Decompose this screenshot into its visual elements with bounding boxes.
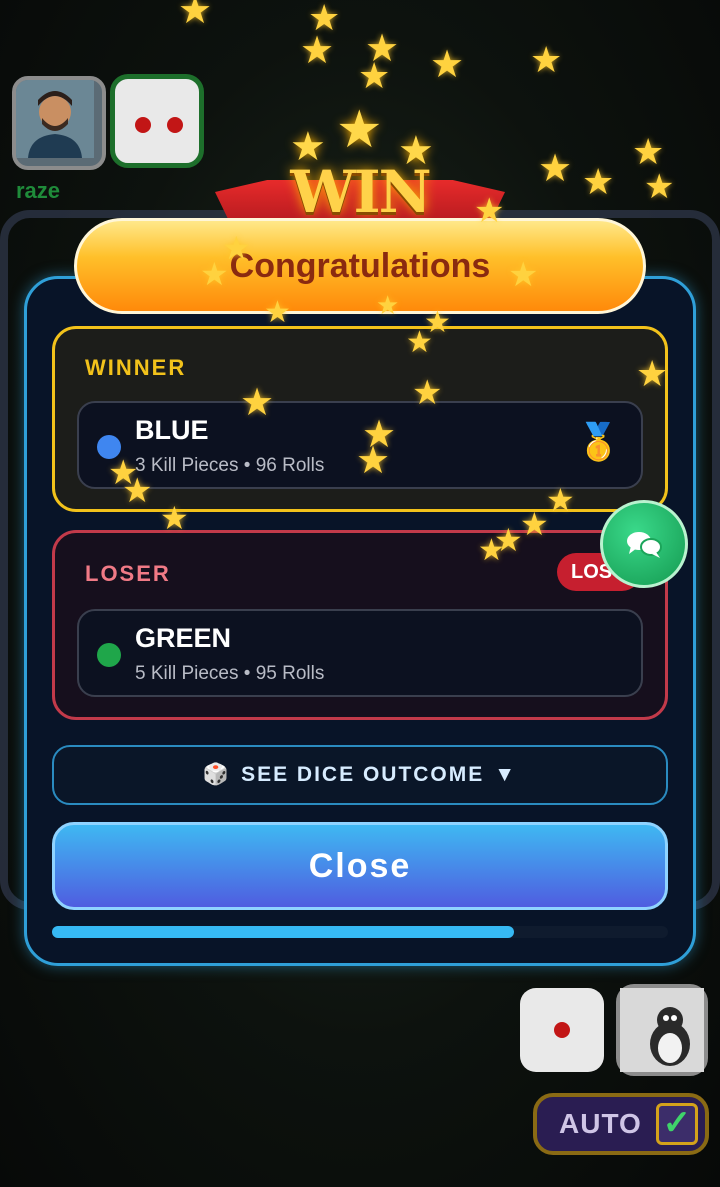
auto-label: AUTO <box>559 1108 642 1139</box>
dice-icon: 🎲 <box>202 763 232 786</box>
chat-button[interactable] <box>600 500 688 588</box>
star-icon: ★ <box>478 534 505 567</box>
progress-fill <box>52 926 514 938</box>
star-icon: ★ <box>520 506 549 542</box>
congratulations-text: Congratulations <box>229 246 491 285</box>
star-icon: ★ <box>122 472 153 510</box>
penguin-avatar-image <box>620 988 704 1072</box>
star-icon: ★ <box>644 168 675 206</box>
star-icon: ★ <box>430 44 465 86</box>
star-icon: ★ <box>336 101 383 159</box>
green-color-dot <box>97 643 121 667</box>
dice-pip <box>167 117 183 133</box>
star-icon: ★ <box>160 500 189 536</box>
star-icon: ★ <box>406 326 433 359</box>
see-dice-outcome-button[interactable]: 🎲 SEE DICE OUTCOME ▼ <box>52 745 668 805</box>
star-icon: ★ <box>636 353 669 394</box>
player-name-top-left: raze <box>16 178 61 203</box>
chevron-down-icon: ▼ <box>494 763 518 786</box>
star-icon: ★ <box>508 256 539 294</box>
star-icon: ★ <box>530 39 563 80</box>
gold-medal-icon: 🥇 <box>576 421 621 462</box>
star-icon: ★ <box>582 161 615 202</box>
loser-player-row: GREEN 5 Kill Pieces • 95 Rolls <box>77 609 643 697</box>
star-icon: ★ <box>200 256 229 292</box>
star-icon: ★ <box>356 440 391 482</box>
star-icon: ★ <box>546 482 575 518</box>
loser-card: LOSER LOST GREEN 5 Kill Pieces • 95 Roll… <box>52 530 668 720</box>
player-avatar-top-left[interactable] <box>12 76 106 170</box>
loser-stats: 5 Kill Pieces • 95 Rolls <box>135 663 325 684</box>
checkmark-icon: ✓ <box>655 1103 698 1145</box>
chat-bubbles-icon <box>627 532 662 558</box>
dice-top-left[interactable] <box>110 74 204 168</box>
win-title: WIN <box>290 158 431 226</box>
star-icon: ★ <box>178 0 213 32</box>
dice-outcome-label: SEE DICE OUTCOME <box>241 763 485 786</box>
winner-stats: 3 Kill Pieces • 96 Rolls <box>135 455 325 476</box>
auto-close-progress-bar <box>52 926 668 938</box>
dice-pip <box>135 117 151 133</box>
loser-color-name: GREEN <box>135 623 232 653</box>
star-icon: ★ <box>412 374 443 412</box>
star-icon: ★ <box>538 148 573 190</box>
dice-pip <box>554 1022 570 1038</box>
auto-play-toggle[interactable]: AUTO ✓ <box>533 1093 709 1155</box>
star-icon: ★ <box>300 30 335 72</box>
close-button[interactable]: Close <box>52 822 668 910</box>
loser-label: LOSER <box>85 561 171 586</box>
star-icon: ★ <box>240 382 275 424</box>
avatar-image <box>16 80 94 158</box>
star-icon: ★ <box>376 290 400 320</box>
star-icon: ★ <box>264 296 291 329</box>
winner-color-name: BLUE <box>135 415 209 445</box>
star-icon: ★ <box>632 131 665 172</box>
star-icon: ★ <box>358 55 391 96</box>
dice-bottom-right[interactable] <box>520 988 604 1072</box>
winner-label: WINNER <box>85 355 187 380</box>
player-avatar-bottom-right[interactable] <box>616 984 708 1076</box>
star-icon: ★ <box>474 192 505 230</box>
congratulations-banner: Congratulations <box>74 218 646 314</box>
